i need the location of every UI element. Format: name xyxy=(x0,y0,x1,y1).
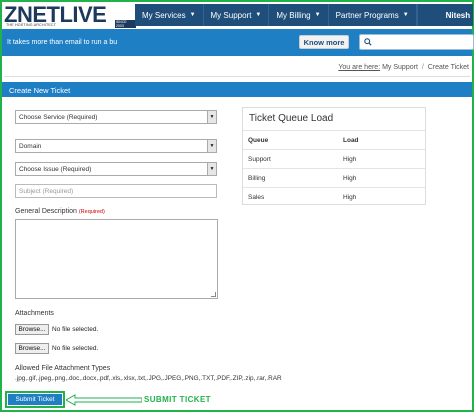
required-marker: (Required) xyxy=(78,209,105,215)
attachments-label: Attachments xyxy=(15,310,54,317)
queue-table: Queue Load Support High Billing High Sal… xyxy=(243,130,425,207)
queue-name: Sales xyxy=(243,187,343,207)
department-select-value: Domain xyxy=(19,142,42,150)
queue-name: Support xyxy=(243,149,343,169)
table-header-row: Queue Load xyxy=(243,130,425,150)
brand-logo[interactable]: ZNETLIVE THE HOSTING ARCHITECT SINCE 200… xyxy=(4,2,136,28)
browse-button[interactable]: Browse... xyxy=(15,324,49,335)
queue-title: Ticket Queue Load xyxy=(249,113,334,124)
queue-load: High xyxy=(343,187,425,207)
nav-user-menu[interactable]: Nitesh xyxy=(416,4,474,26)
breadcrumb-separator: / xyxy=(421,64,424,71)
file-input-1[interactable]: Browse... No file selected. xyxy=(15,324,98,335)
chevron-down-icon[interactable]: ▼ xyxy=(207,163,216,175)
description-label: General Description (Required) xyxy=(15,208,105,215)
department-select[interactable]: Domain ▼ xyxy=(15,139,217,153)
table-row: Billing High xyxy=(243,168,425,188)
subject-placeholder: Subject (Required) xyxy=(19,187,74,195)
main-nav: My Services ▼ My Support ▼ My Billing ▼ Par… xyxy=(135,4,473,26)
description-textarea[interactable] xyxy=(15,219,218,299)
queue-name: Billing xyxy=(243,168,343,188)
chevron-down-icon[interactable]: ▼ xyxy=(207,111,216,123)
service-select-value: Choose Service (Required) xyxy=(19,113,98,121)
allowed-types-list: .jpg,.gif,.jpeg,.png,.doc,.docx,.pdf,.xl… xyxy=(15,375,282,382)
breadcrumb-my-support[interactable]: My Support xyxy=(382,64,418,71)
section-header: Create New Ticket xyxy=(2,82,472,97)
breadcrumb-prefix: You are here: xyxy=(338,64,381,71)
search-input[interactable] xyxy=(359,34,474,50)
column-header: Queue xyxy=(243,130,343,150)
arrow-left-icon xyxy=(66,394,142,406)
file-status: No file selected. xyxy=(52,345,99,352)
page-title: Create New Ticket xyxy=(9,86,71,95)
submit-highlight: Submit Ticket xyxy=(5,391,65,408)
top-bar: ZNETLIVE THE HOSTING ARCHITECT SINCE 200… xyxy=(2,2,473,29)
table-row: Sales High xyxy=(243,187,425,207)
logo-badge: SINCE 2003 xyxy=(115,20,136,28)
subject-input[interactable]: Subject (Required) xyxy=(15,184,217,198)
nav-my-services[interactable]: My Services ▼ xyxy=(135,4,204,26)
nav-my-billing[interactable]: My Billing ▼ xyxy=(269,4,329,26)
ticket-queue-panel: Ticket Queue Load Queue Load Support Hig… xyxy=(242,107,426,207)
know-more-button[interactable]: Know more xyxy=(299,35,349,49)
allowed-types-label: Allowed File Attachment Types xyxy=(15,365,111,372)
promo-bar: It takes more than email to run a bu Kno… xyxy=(2,29,474,56)
issue-select[interactable]: Choose Issue (Required) ▼ xyxy=(15,162,217,176)
chevron-down-icon[interactable]: ▼ xyxy=(207,140,216,152)
logo-tagline: THE HOSTING ARCHITECT xyxy=(6,23,57,27)
divider xyxy=(4,76,470,77)
breadcrumb-create-ticket: Create Ticket xyxy=(427,64,469,71)
chevron-down-icon: ▼ xyxy=(314,12,321,18)
issue-select-value: Choose Issue (Required) xyxy=(19,165,92,173)
queue-load: High xyxy=(343,149,425,169)
service-select[interactable]: Choose Service (Required) ▼ xyxy=(15,110,217,124)
chevron-down-icon: ▼ xyxy=(255,12,262,18)
submit-annotation: SUBMIT TICKET xyxy=(144,395,211,404)
table-row: Support High xyxy=(243,149,425,169)
browse-button[interactable]: Browse... xyxy=(15,343,49,354)
breadcrumb: You are here: My Support / Create Ticket xyxy=(338,64,469,71)
column-header: Load xyxy=(343,130,425,150)
nav-partner-programs[interactable]: Partner Programs ▼ xyxy=(329,4,417,26)
queue-load: High xyxy=(343,168,425,188)
file-input-2[interactable]: Browse... No file selected. xyxy=(15,343,98,354)
promo-text: It takes more than email to run a bu xyxy=(7,39,118,46)
submit-ticket-button[interactable]: Submit Ticket xyxy=(8,394,62,405)
chevron-down-icon: ▼ xyxy=(402,12,409,18)
search-icon xyxy=(364,38,372,46)
resize-handle-icon[interactable] xyxy=(211,292,216,297)
file-status: No file selected. xyxy=(52,326,99,333)
chevron-down-icon: ▼ xyxy=(189,12,196,18)
nav-my-support[interactable]: My Support ▼ xyxy=(204,4,270,26)
